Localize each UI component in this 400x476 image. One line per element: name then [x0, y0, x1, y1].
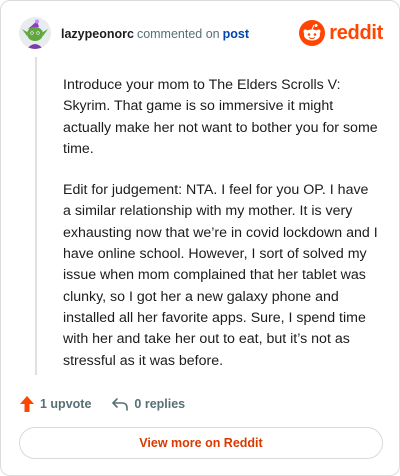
user-avatar-icon[interactable]	[19, 17, 51, 49]
reddit-comment-embed: lazypeonorc commented on post reddit Intro…	[0, 0, 400, 476]
comment-paragraph: Introduce your mom to The Elders Scrolls…	[63, 77, 378, 157]
username-link[interactable]: lazypeonorc	[61, 27, 134, 41]
upvote-count: 1 upvote	[40, 397, 92, 411]
replies-button[interactable]: 0 replies	[111, 396, 185, 412]
comment-meta: lazypeonorc commented on post	[61, 26, 249, 42]
reddit-wordmark: reddit	[329, 22, 383, 44]
comment-body: Introduce your mom to The Elders Scrolls…	[63, 75, 379, 392]
reddit-brand[interactable]: reddit	[299, 19, 383, 47]
view-more-button[interactable]: View more on Reddit	[19, 427, 383, 459]
comment-actions: 1 upvote 0 replies	[19, 393, 205, 415]
commented-on-text: commented on	[136, 27, 220, 41]
thread-line	[35, 57, 37, 375]
reply-arrow-icon	[112, 398, 129, 411]
post-link[interactable]: post	[223, 27, 249, 41]
upvote-arrow-icon	[20, 396, 34, 412]
comment-header: lazypeonorc commented on post reddit	[19, 17, 383, 51]
replies-count: 0 replies	[134, 397, 186, 411]
upvote-button[interactable]: 1 upvote	[19, 395, 91, 413]
reddit-logo-icon	[299, 20, 326, 46]
comment-paragraph: Edit for judgement: NTA. I feel for you …	[63, 182, 378, 369]
